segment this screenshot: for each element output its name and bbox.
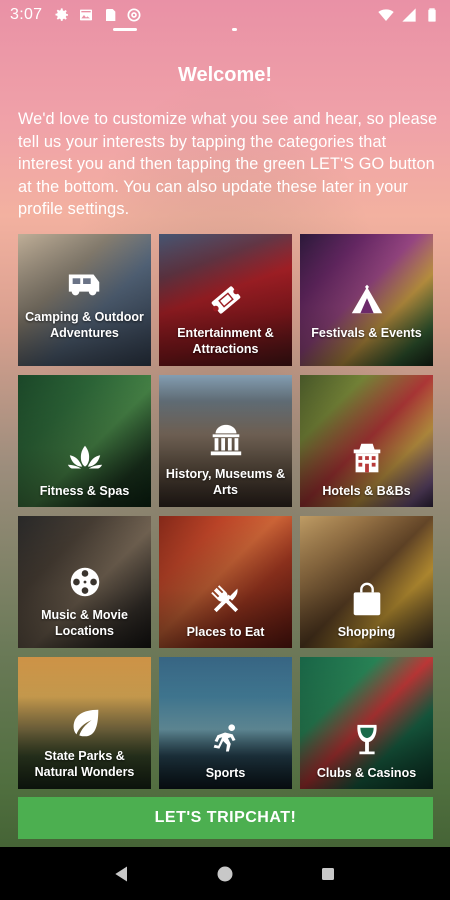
film-reel-icon bbox=[65, 562, 105, 602]
hotel-icon bbox=[347, 439, 387, 479]
shopping-bag-icon bbox=[347, 580, 387, 620]
category-tile-state-parks[interactable]: State Parks & Natural Wonders bbox=[18, 657, 151, 789]
category-label: Places to Eat bbox=[186, 625, 265, 639]
category-tile-music[interactable]: Music & Movie Locations bbox=[18, 516, 151, 648]
museum-icon bbox=[206, 421, 246, 461]
gear-icon bbox=[54, 7, 70, 23]
ticket-icon bbox=[206, 280, 246, 320]
category-tile-history[interactable]: History, Museums & Arts bbox=[159, 375, 292, 507]
category-tile-fitness[interactable]: Fitness & Spas bbox=[18, 375, 151, 507]
system-icons bbox=[378, 7, 440, 23]
home-icon[interactable] bbox=[213, 862, 237, 886]
category-label: State Parks & Natural Wonders bbox=[34, 749, 135, 779]
category-label: Sports bbox=[205, 766, 246, 780]
category-tile-places-to-eat[interactable]: Places to Eat bbox=[159, 516, 292, 648]
category-label: Camping & Outdoor Adventures bbox=[25, 310, 144, 340]
runner-icon bbox=[206, 721, 246, 761]
lets-tripchat-button[interactable]: LET'S TRIPCHAT! bbox=[18, 797, 433, 839]
category-label: Hotels & B&Bs bbox=[322, 484, 411, 498]
category-label: Music & Movie Locations bbox=[41, 608, 128, 638]
app-screen: 3:07 Welcome! We'd love to customize wha… bbox=[0, 0, 450, 900]
page-title: Welcome! bbox=[177, 64, 273, 86]
top-handle bbox=[113, 28, 137, 31]
notification-icons bbox=[54, 7, 142, 23]
category-tile-shopping[interactable]: Shopping bbox=[300, 516, 433, 648]
category-label: Fitness & Spas bbox=[39, 484, 130, 498]
wine-glass-icon bbox=[347, 721, 387, 761]
status-bar: 3:07 bbox=[0, 0, 450, 30]
tent-icon bbox=[347, 280, 387, 320]
rv-camper-icon bbox=[65, 264, 105, 304]
battery-icon bbox=[424, 7, 440, 23]
category-label: Clubs & Casinos bbox=[316, 766, 417, 780]
cellular-signal-icon bbox=[401, 7, 417, 23]
category-label: Festivals & Events bbox=[311, 326, 422, 340]
category-tile-hotels[interactable]: Hotels & B&Bs bbox=[300, 375, 433, 507]
category-label: Entertainment & Attractions bbox=[177, 326, 274, 356]
sim-card-icon bbox=[102, 7, 118, 23]
lotus-icon bbox=[65, 439, 105, 479]
intro-text: We'd love to customize what you see and … bbox=[18, 110, 438, 218]
system-nav-bar bbox=[0, 847, 450, 900]
recents-icon[interactable] bbox=[316, 862, 340, 886]
category-tile-festivals[interactable]: Festivals & Events bbox=[300, 234, 433, 366]
status-time: 3:07 bbox=[10, 6, 43, 23]
top-handle-dot bbox=[232, 28, 237, 31]
category-tile-clubs-casinos[interactable]: Clubs & Casinos bbox=[300, 657, 433, 789]
leaf-icon bbox=[65, 703, 105, 743]
category-tile-camping[interactable]: Camping & Outdoor Adventures bbox=[18, 234, 151, 366]
fork-knife-icon bbox=[206, 580, 246, 620]
wifi-icon bbox=[378, 7, 394, 23]
category-tile-entertainment[interactable]: Entertainment & Attractions bbox=[159, 234, 292, 366]
at-sign-icon bbox=[126, 7, 142, 23]
category-grid: Camping & Outdoor Adventures Entertainme… bbox=[18, 234, 434, 789]
back-icon[interactable] bbox=[110, 862, 134, 886]
category-tile-sports[interactable]: Sports bbox=[159, 657, 292, 789]
image-icon bbox=[78, 7, 94, 23]
category-label: Shopping bbox=[337, 625, 396, 639]
category-label: History, Museums & Arts bbox=[165, 467, 286, 497]
